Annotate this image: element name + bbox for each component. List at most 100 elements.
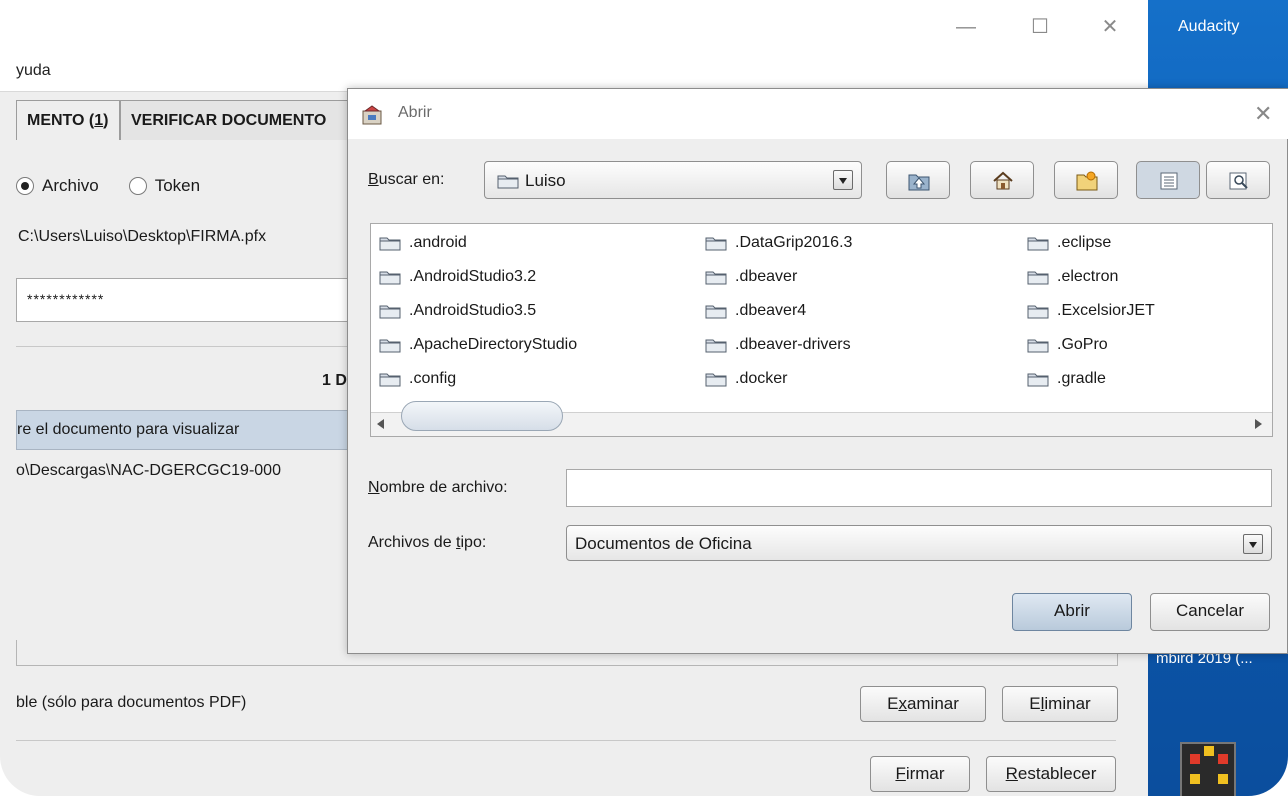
file-list-item[interactable]: .dbeaver4 xyxy=(705,298,806,324)
folder-icon xyxy=(1027,305,1049,319)
file-list-item[interactable]: .gradle xyxy=(1027,366,1106,392)
archivo-label: Archivo xyxy=(42,176,99,195)
folder-icon xyxy=(1027,271,1049,285)
file-name-label: Nombre de archivo: xyxy=(368,479,508,497)
btn-text: E xyxy=(887,694,899,713)
document-path: o\Descargas\NAC-DGERCGC19-000 xyxy=(16,462,281,479)
new-folder-button[interactable] xyxy=(1054,161,1118,199)
file-name: .gradle xyxy=(1057,370,1106,387)
btn-text: establecer xyxy=(1017,764,1097,783)
token-radio[interactable] xyxy=(128,177,147,195)
scroll-right-icon[interactable] xyxy=(1255,419,1262,429)
btn-mnemonic: F xyxy=(895,764,906,783)
file-list-item[interactable]: .AndroidStudio3.5 xyxy=(379,298,536,324)
folder-icon xyxy=(379,237,401,251)
open-file-dialog: Abrir ✕ Buscar en: Luiso .android .Andro… xyxy=(347,88,1288,654)
file-list-item[interactable]: .ApacheDirectoryStudio xyxy=(379,332,577,358)
new-folder-icon xyxy=(1076,171,1098,191)
tab-firmar-documento[interactable]: MENTO (1) xyxy=(16,100,120,140)
file-list-item[interactable]: .DataGrip2016.3 xyxy=(705,230,852,256)
file-type-text: Archivos de xyxy=(368,534,457,551)
folder-icon xyxy=(379,305,401,319)
password-field[interactable]: ************ xyxy=(16,278,356,322)
look-in-text: uscar en: xyxy=(378,171,445,188)
file-list: .android .AndroidStudio3.2 .AndroidStudio3… xyxy=(370,223,1273,437)
file-name-text: ombre de archivo: xyxy=(379,479,508,496)
maximize-button[interactable]: ☐ xyxy=(1020,12,1060,42)
file-list-item[interactable]: .eclipse xyxy=(1027,230,1111,256)
main-titlebar: — ☐ ✕ xyxy=(0,0,1148,52)
btn-mnemonic: x xyxy=(898,694,907,713)
tab-verificar-documento[interactable]: VERIFICAR DOCUMENTO xyxy=(120,100,350,140)
close-button[interactable]: ✕ xyxy=(1090,12,1130,42)
btn-text: aminar xyxy=(906,694,959,713)
chevron-down-icon[interactable] xyxy=(1243,534,1263,554)
list-view-button[interactable] xyxy=(1136,161,1200,199)
file-list-item[interactable]: .AndroidStudio3.2 xyxy=(379,264,536,290)
details-view-button[interactable] xyxy=(1206,161,1270,199)
file-name-input[interactable] xyxy=(566,469,1272,507)
eliminar-button[interactable]: Eliminar xyxy=(1002,686,1118,722)
file-list-item[interactable]: .ExcelsiorJET xyxy=(1027,298,1155,324)
cancel-button[interactable]: Cancelar xyxy=(1150,593,1270,631)
dialog-close-icon[interactable]: ✕ xyxy=(1254,101,1272,127)
file-name: .DataGrip2016.3 xyxy=(735,234,853,251)
file-name: .config xyxy=(409,370,457,387)
app-shortcut-icon[interactable] xyxy=(1180,742,1236,796)
menu-bar: yuda xyxy=(0,52,1148,92)
file-name: .electron xyxy=(1057,268,1119,285)
file-list-item[interactable]: .android xyxy=(379,230,467,256)
pdf-visible-label: ble (sólo para documentos PDF) xyxy=(16,694,247,711)
list-view-icon xyxy=(1160,172,1178,190)
tab-label-mnemonic: 1 xyxy=(94,112,104,129)
file-type-text: ipo: xyxy=(460,534,487,551)
tab-label-post: ) xyxy=(103,112,109,129)
firmar-button[interactable]: Firmar xyxy=(870,756,970,792)
restablecer-button[interactable]: Restablecer xyxy=(986,756,1116,792)
dialog-title: Abrir xyxy=(398,104,432,121)
desktop-shortcut-audacity[interactable]: Audacity xyxy=(1178,18,1239,36)
file-type-value: Documentos de Oficina xyxy=(575,534,752,553)
scroll-left-icon[interactable] xyxy=(377,419,384,429)
file-name: .eclipse xyxy=(1057,234,1112,251)
archivo-radio[interactable] xyxy=(16,177,34,195)
file-name: .dbeaver-drivers xyxy=(735,336,851,353)
folder-icon xyxy=(705,373,727,387)
examinar-button[interactable]: Examinar xyxy=(860,686,986,722)
file-list-item[interactable]: .docker xyxy=(705,366,787,392)
btn-text: iminar xyxy=(1044,694,1091,713)
file-name: .dbeaver xyxy=(735,268,798,285)
file-name: .AndroidStudio3.2 xyxy=(409,268,537,285)
file-name: .AndroidStudio3.5 xyxy=(409,302,537,319)
divider xyxy=(16,740,1116,741)
folder-icon xyxy=(379,339,401,353)
file-list-item[interactable]: .dbeaver xyxy=(705,264,797,290)
file-list-item[interactable]: .dbeaver-drivers xyxy=(705,332,851,358)
menu-item-ayuda[interactable]: yuda xyxy=(16,62,51,80)
folder-icon xyxy=(497,175,519,189)
file-list-item[interactable]: .GoPro xyxy=(1027,332,1108,358)
folder-icon xyxy=(1027,339,1049,353)
look-in-combo[interactable]: Luiso xyxy=(484,161,862,199)
folder-icon xyxy=(705,339,727,353)
scrollbar-thumb[interactable] xyxy=(401,401,563,431)
folder-icon xyxy=(379,271,401,285)
pages-label: 1 D xyxy=(322,372,347,389)
chevron-down-icon[interactable] xyxy=(833,170,853,190)
look-in-label: Buscar en: xyxy=(368,171,444,189)
certificate-path: C:\Users\Luiso\Desktop\FIRMA.pfx xyxy=(18,228,267,245)
minimize-button[interactable]: — xyxy=(946,12,986,42)
screenshot-frame: — ☐ ✕ yuda MENTO (1) VERIFICAR DOCUMENTO… xyxy=(0,0,1288,796)
home-button[interactable] xyxy=(970,161,1034,199)
file-name: .dbeaver4 xyxy=(735,302,807,319)
up-folder-button[interactable] xyxy=(886,161,950,199)
folder-icon xyxy=(705,271,727,285)
horizontal-scrollbar[interactable] xyxy=(371,401,1272,436)
file-list-item[interactable]: .electron xyxy=(1027,264,1118,290)
file-type-combo[interactable]: Documentos de Oficina xyxy=(566,525,1272,561)
document-selector[interactable]: re el documento para visualizar xyxy=(16,410,356,450)
file-list-item[interactable]: .config xyxy=(379,366,456,392)
folder-icon xyxy=(705,305,727,319)
open-button[interactable]: Abrir xyxy=(1012,593,1132,631)
java-app-icon xyxy=(362,105,382,125)
